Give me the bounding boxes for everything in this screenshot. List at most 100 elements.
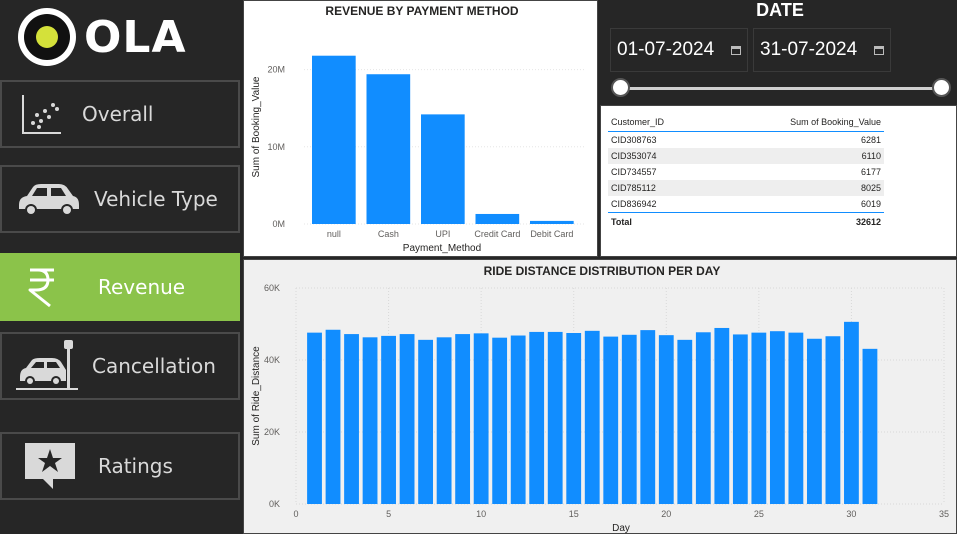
bar (455, 334, 471, 504)
bar (603, 336, 619, 504)
end-date-input[interactable]: 31-07-2024 (753, 28, 891, 72)
bar (621, 334, 637, 504)
bar (658, 335, 674, 504)
star-chat-icon (2, 434, 98, 498)
calendar-icon[interactable] (731, 46, 741, 55)
x-tick-label: 25 (754, 509, 764, 519)
bar (492, 337, 508, 504)
bar (307, 332, 322, 504)
table-row[interactable]: CID308763 6281 (608, 132, 884, 148)
total-label: Total (611, 216, 632, 227)
ola-logo-icon (18, 8, 76, 66)
bar (844, 321, 859, 504)
x-tick-label: 35 (939, 509, 949, 519)
bar (366, 74, 411, 225)
x-tick-label: Cash (378, 229, 399, 239)
table-cell: 8025 (860, 183, 881, 193)
x-tick-label: null (327, 229, 341, 239)
y-tick-label: 0K (269, 499, 280, 509)
table-cell: 6177 (860, 167, 881, 177)
end-date-value: 31-07-2024 (760, 39, 858, 60)
table-cell: CID308763 (611, 135, 657, 145)
table-total-row: Total 32612 (608, 212, 884, 230)
bar (769, 331, 785, 504)
ride-distance-chart: RIDE DISTANCE DISTRIBUTION PER DAY 0 5 10 15… (251, 264, 949, 534)
nav-revenue-button[interactable]: Revenue (0, 253, 240, 321)
table-cell: 6110 (861, 151, 881, 161)
date-range-start-handle[interactable] (611, 78, 630, 97)
nav-ratings-button[interactable]: Ratings (0, 432, 240, 500)
bar (862, 348, 878, 504)
y-tick-label: 10M (267, 142, 285, 152)
scatter-chart-icon (2, 82, 82, 146)
x-axis-label: Day (612, 523, 630, 534)
bar (312, 55, 356, 225)
column-header[interactable]: Sum of Booking_Value (771, 117, 881, 127)
x-tick-label: Debit Card (530, 229, 573, 239)
x-tick-label: 20 (661, 509, 671, 519)
x-tick-label: 5 (386, 509, 391, 519)
date-range-end-handle[interactable] (932, 78, 951, 97)
table-row[interactable]: CID836942 6019 (608, 196, 884, 212)
rupee-icon (2, 255, 82, 319)
column-header[interactable]: Customer_ID (611, 117, 771, 127)
x-tick-label: 0 (293, 509, 298, 519)
nav-label-ratings: Ratings (98, 454, 173, 478)
bar (584, 330, 600, 504)
bar (732, 334, 748, 504)
ride-distance-chart-panel: RIDE DISTANCE DISTRIBUTION PER DAY 0 5 10 15… (243, 259, 957, 534)
car-icon (2, 167, 94, 231)
chart-title: RIDE DISTANCE DISTRIBUTION PER DAY (484, 264, 721, 278)
x-tick-label: Credit Card (474, 229, 520, 239)
nav-label-vehicle-type: Vehicle Type (94, 187, 218, 211)
nav-label-revenue: Revenue (98, 275, 186, 299)
ola-logo: OLA (18, 8, 188, 66)
bar (714, 327, 730, 504)
nav-cancellation-button[interactable]: Cancellation (0, 332, 240, 400)
bar (473, 333, 489, 504)
car-crash-icon (2, 334, 92, 398)
bar (806, 338, 822, 504)
y-tick-label: 0M (272, 219, 285, 229)
table-cell: 6281 (860, 135, 881, 145)
start-date-input[interactable]: 01-07-2024 (610, 28, 748, 72)
payment-method-chart-panel: REVENUE BY PAYMENT METHOD 0M 10M 20M null Cas… (243, 0, 598, 257)
bar (381, 335, 396, 504)
bar (677, 339, 693, 504)
customer-booking-table: Customer_ID Sum of Booking_Value CID3087… (608, 112, 884, 230)
x-tick-label: 15 (569, 509, 579, 519)
table-cell: CID785112 (611, 183, 656, 193)
bar (530, 220, 574, 224)
bar (418, 339, 434, 504)
bar (566, 333, 582, 504)
calendar-icon[interactable] (874, 46, 884, 55)
y-axis-label: Sum of Ride_Distance (251, 346, 262, 446)
date-filter-title: DATE (756, 0, 804, 20)
nav-overall-button[interactable]: Overall (0, 80, 240, 148)
table-cell: CID353074 (611, 151, 657, 161)
x-tick-label: 10 (476, 509, 486, 519)
table-row[interactable]: CID353074 6110 (608, 148, 884, 164)
y-tick-label: 20M (267, 65, 285, 75)
bar (788, 332, 804, 504)
nav-label-overall: Overall (82, 102, 154, 126)
y-tick-label: 20K (264, 427, 280, 437)
bar (547, 331, 563, 504)
bar (751, 332, 767, 504)
bar (529, 331, 545, 504)
y-tick-label: 40K (264, 355, 280, 365)
bar (510, 335, 526, 504)
start-date-value: 01-07-2024 (617, 39, 715, 60)
table-row[interactable]: CID785112 8025 (608, 180, 884, 196)
x-tick-label: 30 (846, 509, 856, 519)
table-cell: CID734557 (611, 167, 657, 177)
table-row[interactable]: CID734557 6177 (608, 164, 884, 180)
bar (640, 330, 656, 504)
table-cell: 6019 (860, 199, 881, 209)
total-value: 32612 (855, 216, 881, 227)
bar (344, 334, 359, 504)
nav-vehicle-type-button[interactable]: Vehicle Type (0, 165, 240, 233)
nav-label-cancellation: Cancellation (92, 354, 216, 378)
bar (399, 334, 415, 504)
date-range-slider-track[interactable] (620, 87, 942, 90)
